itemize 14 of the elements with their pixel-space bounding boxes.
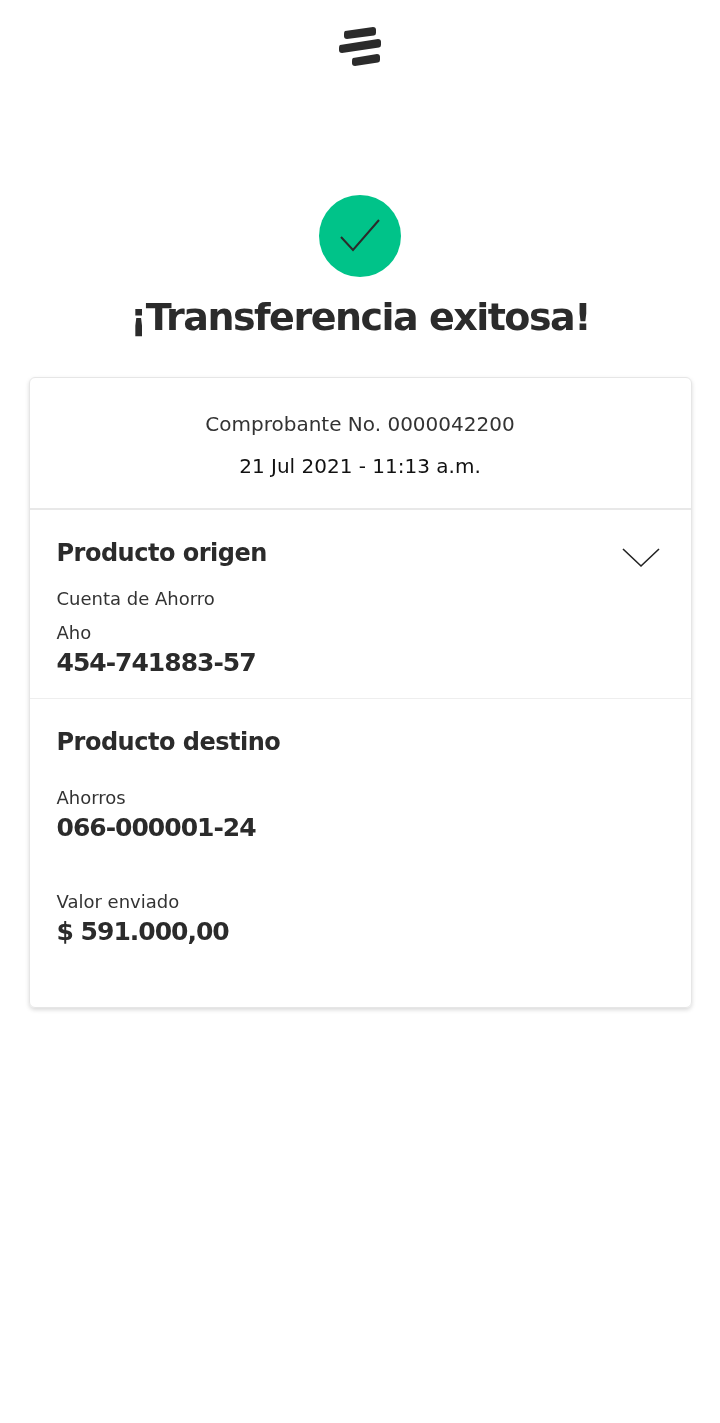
account-number: 066-000001-24 bbox=[56, 812, 257, 844]
chevron-down-icon[interactable] bbox=[621, 548, 660, 568]
receipt-number: Comprobante No. 0000042200 bbox=[204, 411, 516, 438]
section-heading: Producto origen bbox=[56, 538, 267, 569]
success-title: ¡Transferencia exitosa! bbox=[129, 294, 591, 341]
amount-value: $ 591.000,00 bbox=[56, 916, 230, 948]
account-number: 454-741883-57 bbox=[56, 647, 257, 679]
account-label: Ahorros bbox=[56, 786, 127, 810]
receipt-datetime: 21 Jul 2021 - 11:13 a.m. bbox=[238, 453, 482, 480]
account-label: Aho bbox=[56, 621, 93, 645]
section-heading: Producto destino bbox=[56, 727, 282, 758]
success-check-icon bbox=[319, 195, 401, 277]
account-label: Cuenta de Ahorro bbox=[56, 587, 216, 611]
amount-label: Valor enviado bbox=[56, 890, 181, 914]
